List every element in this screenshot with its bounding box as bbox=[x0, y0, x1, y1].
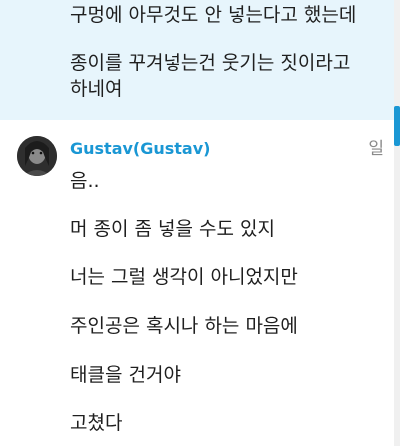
previous-message-highlight: 구멍에 아무것도 안 넣는다고 했는데 종이를 꾸겨넣는건 웃기는 짓이라고 하… bbox=[0, 0, 394, 120]
previous-message-line: 하네여 bbox=[70, 78, 123, 100]
message-line: 주인공은 혹시나 하는 마음에 bbox=[70, 315, 298, 337]
message-line: 머 종이 좀 넣을 수도 있지 bbox=[70, 218, 275, 240]
message-timestamp: 일 bbox=[368, 139, 384, 159]
user-portrait-icon bbox=[17, 136, 57, 176]
previous-message-line: 종이를 꾸겨넣는건 웃기는 짓이라고 bbox=[70, 52, 351, 74]
scrollbar[interactable] bbox=[394, 0, 400, 446]
message-line: 너는 그럴 생각이 아니었지만 bbox=[70, 266, 298, 288]
message-line: 태클을 건거야 bbox=[70, 364, 181, 386]
avatar[interactable] bbox=[17, 136, 57, 176]
sender-name[interactable]: Gustav(Gustav) bbox=[70, 138, 210, 160]
message-line: 음.. bbox=[70, 170, 100, 192]
scrollbar-thumb[interactable] bbox=[394, 106, 400, 146]
previous-message-line: 구멍에 아무것도 안 넣는다고 했는데 bbox=[70, 4, 357, 26]
message-line: 고쳤다 bbox=[70, 412, 123, 434]
